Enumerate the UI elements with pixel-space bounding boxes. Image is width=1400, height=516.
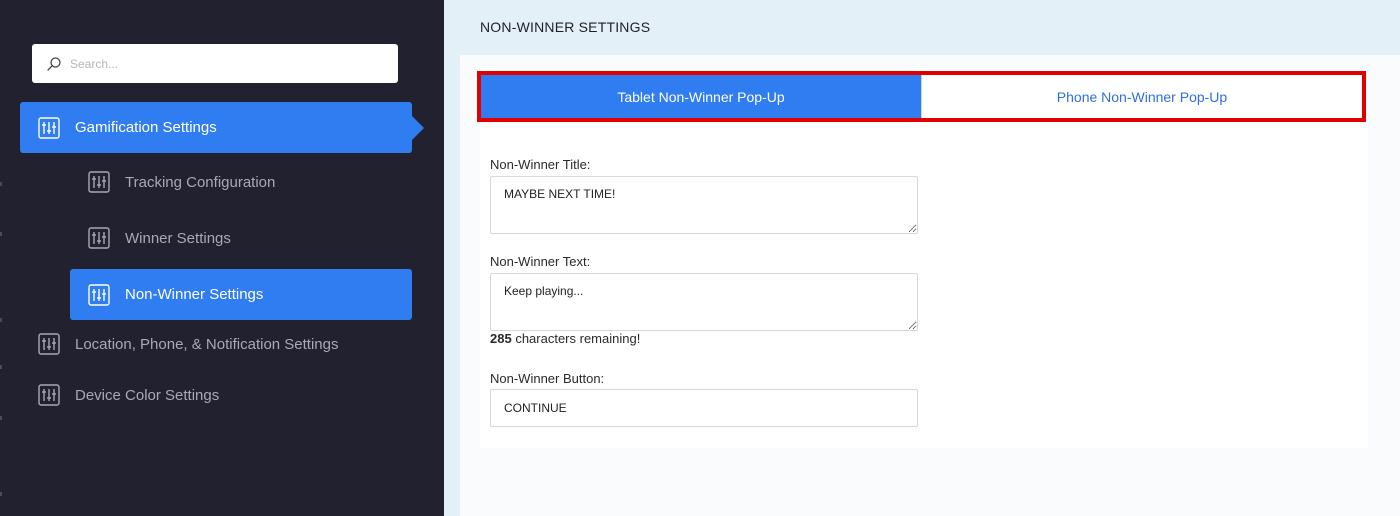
non-winner-button-field[interactable] <box>490 389 918 427</box>
search-icon <box>47 56 61 71</box>
sidebar-item-label: Tracking Configuration <box>125 173 276 191</box>
search-input[interactable] <box>70 56 370 71</box>
characters-remaining-text: characters remaining! <box>511 331 641 346</box>
sidebar-item-winner-settings[interactable]: Winner Settings <box>88 227 231 249</box>
sliders-icon <box>38 333 60 355</box>
non-winner-text-field[interactable]: Keep playing... <box>490 273 918 331</box>
sliders-icon <box>38 116 60 139</box>
popup-tabs: Tablet Non-Winner Pop-Up Phone Non-Winne… <box>477 71 1366 122</box>
sidebar-item-label: Winner Settings <box>125 229 231 247</box>
non-winner-title-label: Non-Winner Title: <box>490 157 591 172</box>
page-title: NON-WINNER SETTINGS <box>480 19 651 35</box>
sidebar-item-label: Device Color Settings <box>75 386 220 404</box>
sliders-icon <box>88 227 110 249</box>
sidebar-item-label: Location, Phone, & Notification Settings <box>75 335 339 353</box>
non-winner-button-label: Non-Winner Button: <box>490 371 605 386</box>
sliders-icon <box>88 171 110 193</box>
main-content: NON-WINNER SETTINGS Tablet Non-Winner Po… <box>444 0 1400 516</box>
non-winner-title-field[interactable]: MAYBE NEXT TIME! <box>490 176 918 234</box>
non-winner-text-label: Non-Winner Text: <box>490 254 591 269</box>
sidebar-item-device-color-settings[interactable]: Device Color Settings <box>38 384 219 406</box>
tab-phone-non-winner-popup[interactable]: Phone Non-Winner Pop-Up <box>921 75 1362 118</box>
sliders-icon <box>88 283 110 306</box>
sidebar-item-tracking-configuration[interactable]: Tracking Configuration <box>88 171 275 193</box>
sidebar: Gamification Settings Tracking Configura… <box>0 0 444 516</box>
sliders-icon <box>38 384 60 406</box>
search-box[interactable] <box>32 44 398 83</box>
tab-tablet-non-winner-popup[interactable]: Tablet Non-Winner Pop-Up <box>481 75 921 118</box>
sidebar-item-label: Non-Winner Settings <box>125 286 264 303</box>
settings-card: Tablet Non-Winner Pop-Up Phone Non-Winne… <box>460 55 1400 516</box>
characters-remaining: 285 characters remaining! <box>490 331 640 346</box>
characters-remaining-count: 285 <box>490 331 512 346</box>
sidebar-item-location-phone-notification-settings[interactable]: Location, Phone, & Notification Settings <box>38 333 339 355</box>
sidebar-item-label: Gamification Settings <box>75 119 217 136</box>
sidebar-item-non-winner-settings[interactable]: Non-Winner Settings <box>70 269 412 320</box>
sidebar-item-gamification-settings[interactable]: Gamification Settings <box>20 102 424 153</box>
